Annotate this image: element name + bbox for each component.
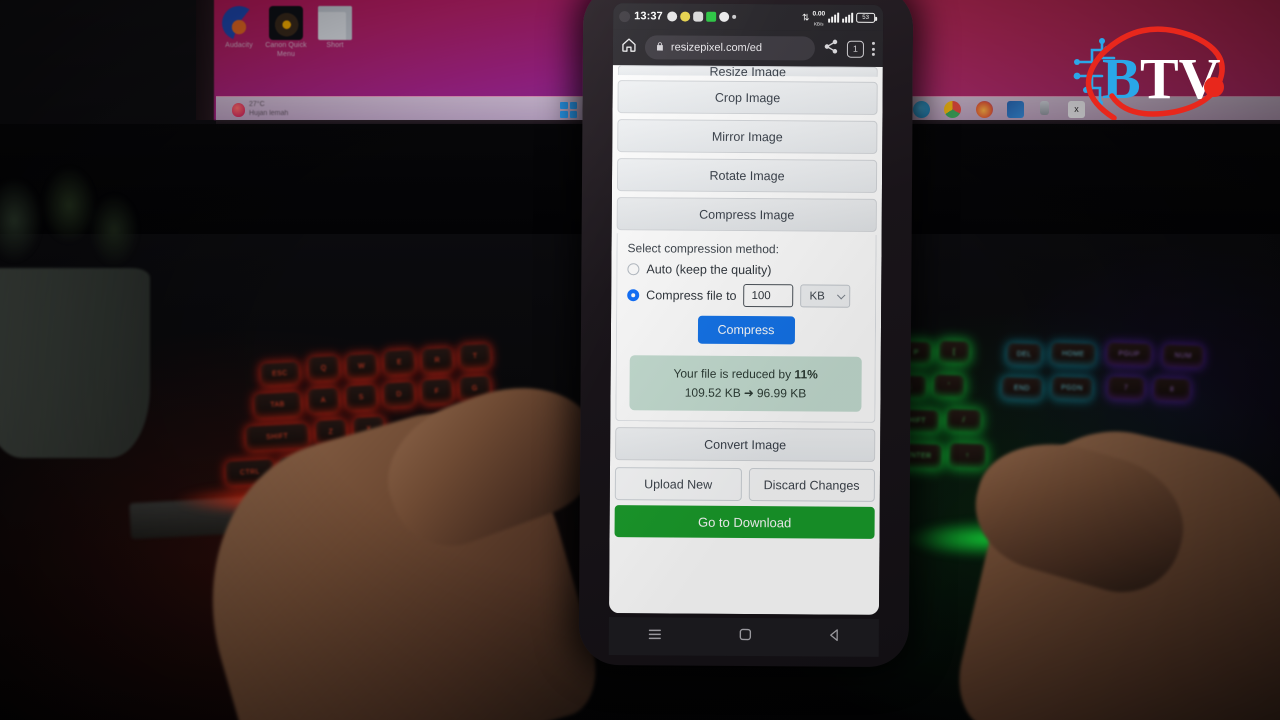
home-square-icon[interactable] <box>737 627 752 647</box>
instagram-icon <box>692 11 703 22</box>
tool-button-rotate-image[interactable]: Rotate Image <box>616 158 878 193</box>
desktop-icon-label: Canon Quick Menu <box>265 42 307 58</box>
audacity-icon <box>222 6 256 40</box>
radio-auto-label: Auto (keep the quality) <box>646 262 772 278</box>
result-headline: Your file is reduced by 11% <box>636 364 856 384</box>
edge-icon[interactable] <box>913 101 930 118</box>
lock-icon <box>655 40 665 55</box>
desktop-icon-short[interactable]: Short <box>308 6 362 51</box>
android-nav-bar <box>608 617 879 657</box>
size-unit-value: KB <box>809 289 825 303</box>
orbit-dot <box>1204 77 1224 97</box>
resizepixel-page: Resize Image Crop Image Mirror Image Rot… <box>608 65 883 615</box>
desktop-icon-canon-quick-menu[interactable]: Canon Quick Menu <box>259 6 313 60</box>
opera-icon <box>718 11 729 22</box>
status-time: 13:37 <box>634 10 663 23</box>
firefox-icon[interactable] <box>976 101 993 118</box>
tool-button-mirror-image[interactable]: Mirror Image <box>617 119 878 154</box>
upload-new-button[interactable]: Upload New <box>614 467 742 502</box>
usb-icon[interactable] <box>1040 101 1049 115</box>
result-prefix: Your file is reduced by <box>673 366 795 382</box>
start-quadrant <box>560 111 568 118</box>
result-sizes: 109.52 KB ➜ 96.99 KB <box>635 383 855 403</box>
compression-result-banner: Your file is reduced by 11% 109.52 KB ➜ 96… <box>629 355 862 412</box>
logo-letters-tv: TV <box>1140 46 1221 111</box>
address-bar[interactable]: resizepixel.com/ed <box>644 35 816 61</box>
start-quadrant <box>569 102 577 109</box>
outlook-icon[interactable] <box>1007 101 1024 118</box>
start-quadrant <box>569 111 577 118</box>
smartphone: 13:37 ⇅ 0.00 KB/s 53 resizepixel.com/ed … <box>578 0 914 668</box>
browser-toolbar: resizepixel.com/ed 1 <box>612 29 884 67</box>
tool-button-label: Crop Image <box>714 90 781 105</box>
data-saver-icon: ⇅ <box>801 11 810 22</box>
compress-options-panel: Select compression method: Auto (keep th… <box>615 233 877 424</box>
dot-icon <box>731 14 736 19</box>
tool-button-resize-image[interactable]: Resize Image <box>617 65 878 77</box>
chrome-icon[interactable] <box>944 101 961 118</box>
size-unit-select[interactable]: KB <box>800 284 851 308</box>
notification-icons <box>666 11 736 22</box>
share-icon[interactable] <box>823 38 839 59</box>
logo-letter-b: B <box>1102 46 1141 111</box>
file-icon <box>318 6 352 40</box>
phone-screen: 13:37 ⇅ 0.00 KB/s 53 resizepixel.com/ed … <box>608 3 884 615</box>
start-quadrant <box>560 102 568 109</box>
tab-counter[interactable]: 1 <box>846 40 864 58</box>
taskbar-weather-widget[interactable]: 27°C Hujan lemah <box>232 98 352 122</box>
desktop-icon-label: Audacity <box>225 42 253 49</box>
arrow-right-icon: ➜ <box>743 385 754 400</box>
tool-button-compress-image[interactable]: Compress Image <box>616 197 877 232</box>
tool-button-label: Convert Image <box>704 437 787 452</box>
radio-auto-icon[interactable] <box>627 263 640 276</box>
network-speed-unit: KB/s <box>813 21 824 27</box>
recents-icon[interactable] <box>646 627 662 646</box>
screenshot-scene: Audacity Canon Quick Menu Short 27°C Huj… <box>0 0 1280 720</box>
size-before: 109.52 KB <box>684 385 741 400</box>
compress-button[interactable]: Compress <box>697 315 795 345</box>
tool-button-label: Mirror Image <box>711 129 783 144</box>
network-speed: 0.00 KB/s <box>812 7 826 28</box>
weather-temp: 27°C <box>249 101 265 109</box>
front-camera-icon <box>619 10 631 22</box>
network-speed-value: 0.00 <box>812 9 826 18</box>
signal-bars-sim2 <box>842 12 854 23</box>
chevron-down-icon <box>837 290 846 299</box>
radio-option-auto[interactable]: Auto (keep the quality) <box>627 262 865 278</box>
tool-button-label: Resize Image <box>709 65 787 77</box>
android-status-bar: 13:37 ⇅ 0.00 KB/s 53 <box>613 3 884 31</box>
target-size-input[interactable]: 100 <box>743 283 794 308</box>
compression-method-label: Select compression method: <box>627 241 779 257</box>
tool-button-label: Rotate Image <box>709 168 785 183</box>
signal-bars-sim1 <box>828 12 840 23</box>
radio-option-filesize[interactable]: Compress file to 100 KB <box>627 283 865 308</box>
more-vertical-icon[interactable] <box>871 41 875 56</box>
tool-button-crop-image[interactable]: Crop Image <box>617 80 878 115</box>
weather-condition: Hujan lemah <box>249 110 289 117</box>
url-text: resizepixel.com/ed <box>670 41 763 55</box>
tool-button-convert-image[interactable]: Convert Image <box>615 427 876 463</box>
windows-start-button[interactable] <box>560 102 577 118</box>
weather-icon <box>232 103 245 117</box>
discard-changes-button[interactable]: Discard Changes <box>748 468 876 503</box>
canon-quick-menu-icon <box>269 6 303 40</box>
action-button-row: Upload New Discard Changes <box>614 467 876 503</box>
whatsapp-icon <box>666 11 677 22</box>
tool-button-label: Compress Image <box>699 207 795 222</box>
status-right-cluster: ⇅ 0.00 KB/s 53 <box>801 7 876 29</box>
home-icon[interactable] <box>621 37 637 58</box>
snapchat-icon <box>679 11 690 22</box>
desktop-icon-audacity[interactable]: Audacity <box>212 6 266 51</box>
wechat-icon <box>705 11 716 22</box>
btv-watermark-logo: B TV <box>1062 24 1234 121</box>
go-to-download-button[interactable]: Go to Download <box>614 505 875 540</box>
radio-filesize-icon[interactable] <box>627 288 640 301</box>
desktop-icon-label: Short <box>326 42 344 49</box>
battery-indicator: 53 <box>856 12 876 23</box>
back-triangle-icon[interactable] <box>827 628 841 648</box>
radio-filesize-label: Compress file to <box>646 287 737 303</box>
size-after: 96.99 KB <box>756 385 807 401</box>
result-percent: 11% <box>794 367 818 382</box>
